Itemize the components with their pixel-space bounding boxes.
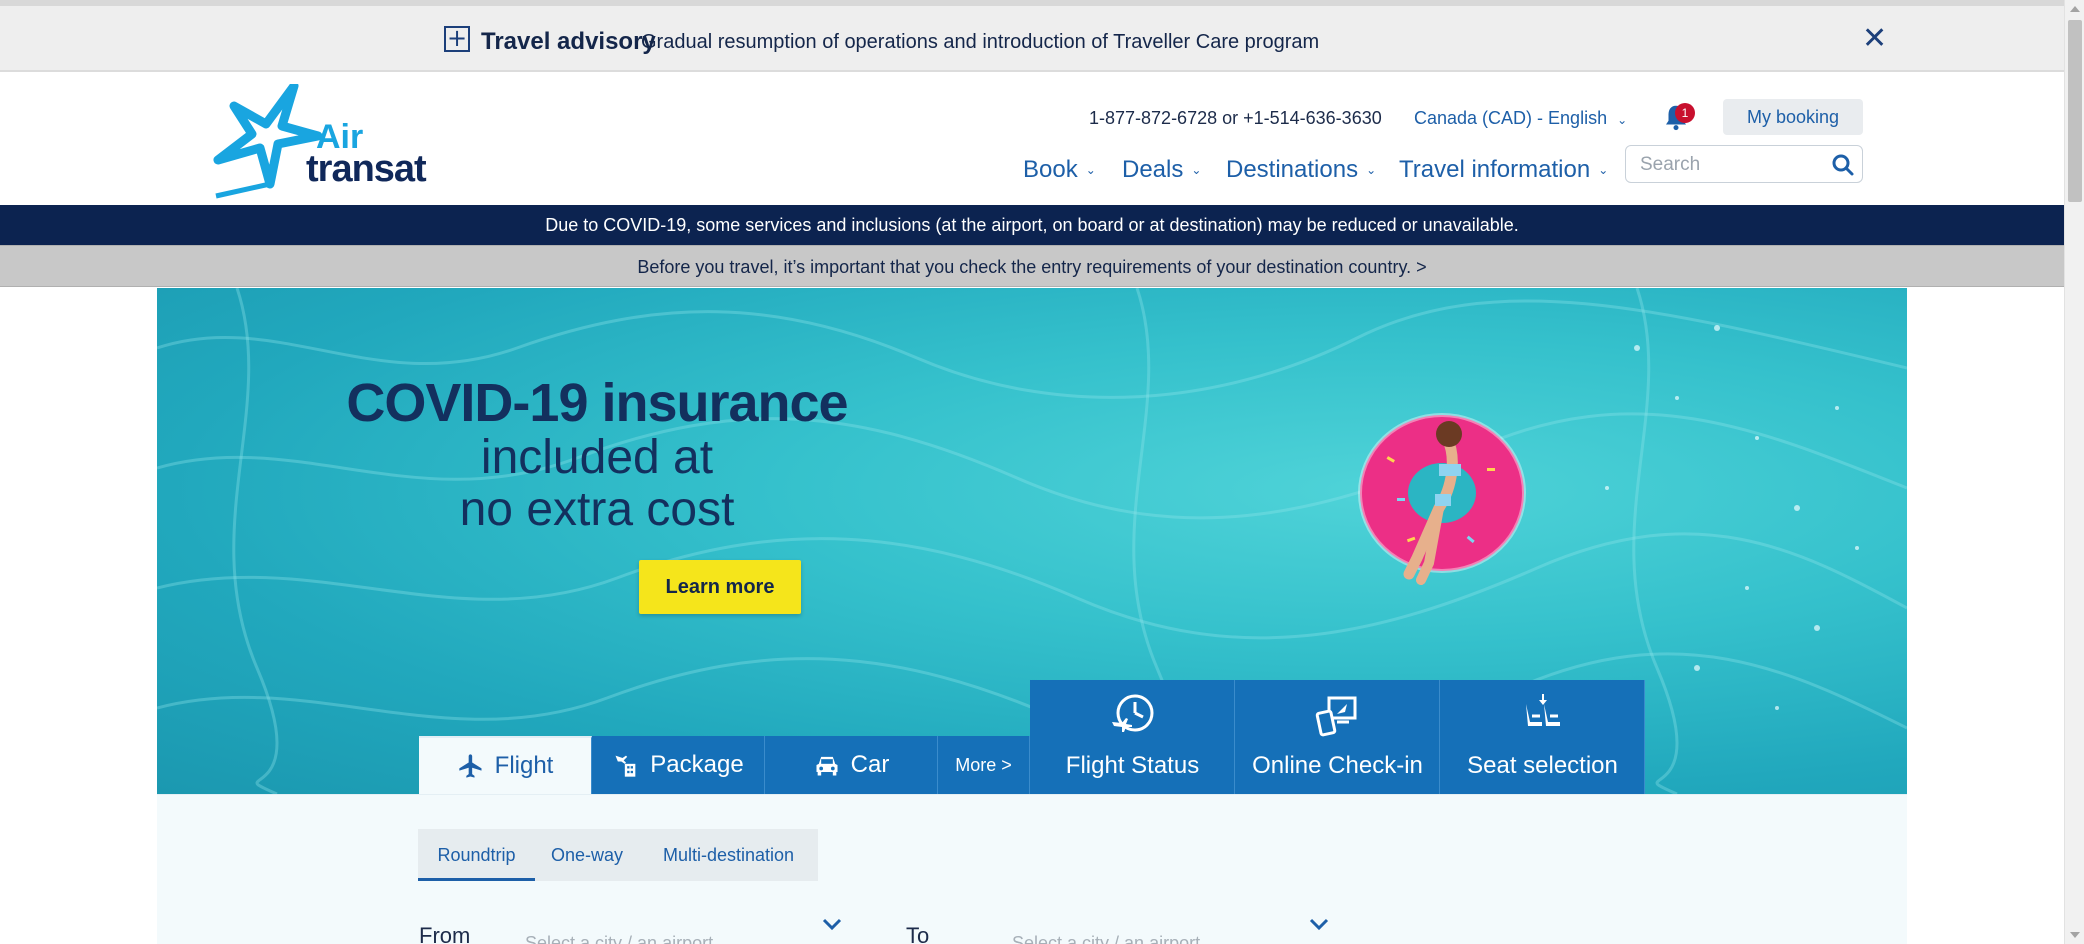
scroll-down-arrow-icon[interactable] <box>2070 932 2080 938</box>
flight-status-button[interactable]: Flight Status <box>1030 680 1235 794</box>
trip-roundtrip[interactable]: Roundtrip <box>418 829 535 881</box>
flight-status-label: Flight Status <box>1065 752 1200 779</box>
nav-destinations-label: Destinations <box>1226 156 1359 183</box>
online-check-in-label: Online Check-in <box>1252 752 1423 779</box>
tab-package-label: Package <box>650 751 744 778</box>
site-header: Air transat 1-877-872-6728 or +1-514-636… <box>0 72 2064 205</box>
entry-requirements-link[interactable]: Before you travel, it’s important that y… <box>0 245 2064 287</box>
search-placeholder: Search <box>1640 154 1701 175</box>
language-selector[interactable]: Canada (CAD) - English ⌄ <box>1414 108 1627 129</box>
my-booking-button[interactable]: My booking <box>1723 99 1863 135</box>
nav-deals-label: Deals <box>1122 156 1184 183</box>
nav-deals[interactable]: Deals ⌄ <box>1122 156 1201 184</box>
chevron-down-icon: ⌄ <box>1085 163 1096 177</box>
chevron-down-icon: ⌄ <box>1617 113 1628 127</box>
nav-book-label: Book <box>1023 156 1078 183</box>
advisory-title[interactable]: Travel advisory <box>481 28 656 56</box>
tab-car[interactable]: Car <box>765 736 938 794</box>
plane-hotel-icon <box>615 755 636 777</box>
logo-transat-text: transat <box>306 148 427 190</box>
online-check-in-button[interactable]: Online Check-in <box>1235 680 1440 794</box>
search-icon[interactable] <box>1831 153 1855 177</box>
trip-one-way[interactable]: One-way <box>551 829 623 881</box>
flight-status-clock-icon <box>1112 694 1154 732</box>
from-label: From <box>419 923 471 944</box>
page-scrollbar[interactable] <box>2064 0 2084 944</box>
to-label: To <box>906 923 930 944</box>
trip-type-selector: Roundtrip One-way Multi-destination <box>418 829 818 881</box>
nav-travel-information[interactable]: Travel information ⌄ <box>1399 156 1608 184</box>
travel-advisory-bar: + Travel advisory Gradual resumption of … <box>0 0 2064 72</box>
to-input[interactable]: Select a city / an airport <box>1012 933 1200 944</box>
online-check-in-icon <box>1315 696 1357 737</box>
language-label: Canada (CAD) - English <box>1414 108 1608 128</box>
hero-subline-2: no extra cost <box>459 483 735 536</box>
chevron-down-icon: ⌄ <box>1191 163 1202 177</box>
tab-more[interactable]: More > <box>938 736 1030 794</box>
scroll-up-arrow-icon[interactable] <box>2070 6 2080 12</box>
seat-selection-label: Seat selection <box>1467 752 1618 779</box>
tab-package[interactable]: Package <box>592 736 765 794</box>
seat-selection-icon <box>1526 694 1560 726</box>
close-icon[interactable]: ✕ <box>1862 24 1887 54</box>
chevron-down-icon[interactable] <box>1309 917 1329 931</box>
notification-count-badge: 1 <box>1675 103 1695 123</box>
woman-on-donut-float-image <box>1358 413 1526 585</box>
nav-book[interactable]: Book ⌄ <box>1023 156 1096 184</box>
advisory-text: Gradual resumption of operations and int… <box>641 31 1320 53</box>
search-input[interactable]: Search <box>1625 145 1863 183</box>
chevron-down-icon: ⌄ <box>1598 163 1609 177</box>
car-icon <box>816 756 838 776</box>
phone-numbers[interactable]: 1-877-872-6728 or +1-514-636-3630 <box>1089 108 1382 129</box>
tab-flight-label: Flight <box>494 752 554 779</box>
chevron-down-icon: ⌄ <box>1366 163 1377 177</box>
learn-more-button[interactable]: Learn more <box>639 560 801 614</box>
flight-search-form: Roundtrip One-way Multi-destination From… <box>157 794 1907 944</box>
seat-selection-button[interactable]: Seat selection <box>1440 680 1645 794</box>
covid-notice-bar: Due to COVID-19, some services and inclu… <box>0 205 2064 245</box>
from-input[interactable]: Select a city / an airport <box>525 933 713 944</box>
air-transat-logo[interactable]: Air transat <box>212 81 432 202</box>
tab-car-label: Car <box>850 751 890 778</box>
expand-advisory-icon[interactable]: + <box>444 26 470 52</box>
hero-headline: COVID-19 insurance <box>346 373 848 433</box>
nav-destinations[interactable]: Destinations ⌄ <box>1226 156 1376 184</box>
chevron-down-icon[interactable] <box>822 917 842 931</box>
trip-multi-destination[interactable]: Multi-destination <box>663 829 794 881</box>
airplane-icon <box>458 754 482 778</box>
scrollbar-thumb[interactable] <box>2068 20 2082 202</box>
nav-travel-information-label: Travel information <box>1399 156 1591 183</box>
tab-flight[interactable]: Flight <box>419 736 592 794</box>
hero-subline-1: included at <box>480 431 714 484</box>
